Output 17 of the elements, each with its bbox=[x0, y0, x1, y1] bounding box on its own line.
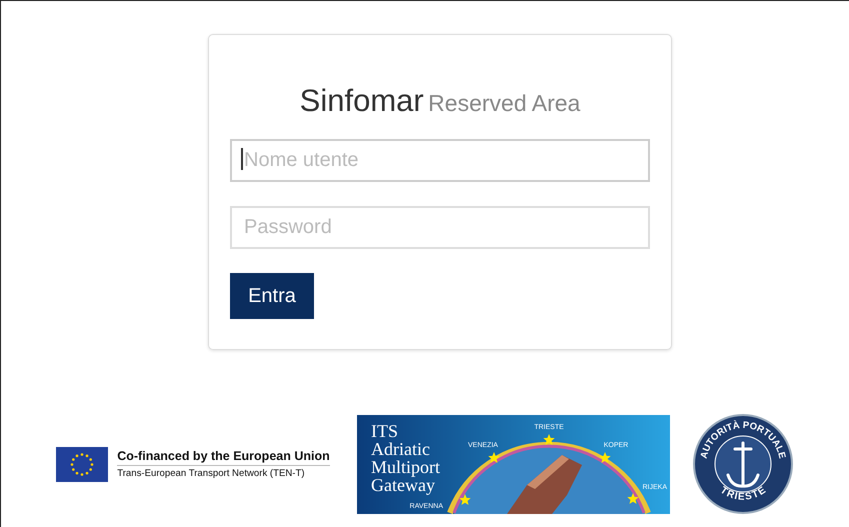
star-icon bbox=[488, 452, 500, 462]
password-field[interactable]: Password bbox=[230, 206, 650, 249]
flag-icon bbox=[56, 446, 108, 482]
star-icon bbox=[459, 494, 470, 504]
app-subtitle: Reserved Area bbox=[428, 90, 580, 116]
banner-title: ITS bbox=[370, 420, 398, 440]
username-field[interactable]: Nome utente bbox=[230, 139, 650, 182]
network-text: Trans-European Transport Network (TEN-T) bbox=[117, 467, 306, 479]
text-cursor bbox=[241, 148, 242, 170]
star-icon bbox=[543, 434, 554, 444]
login-button[interactable]: Entra bbox=[230, 273, 314, 319]
star-icon bbox=[627, 492, 638, 504]
banner-title: Adriatic bbox=[370, 438, 430, 458]
banner-title: Multiport bbox=[370, 456, 440, 476]
cofinanced-text: Co-financed by the European Union bbox=[117, 449, 330, 466]
star-icon bbox=[599, 452, 610, 462]
app-title: Sinfomar bbox=[300, 83, 424, 118]
